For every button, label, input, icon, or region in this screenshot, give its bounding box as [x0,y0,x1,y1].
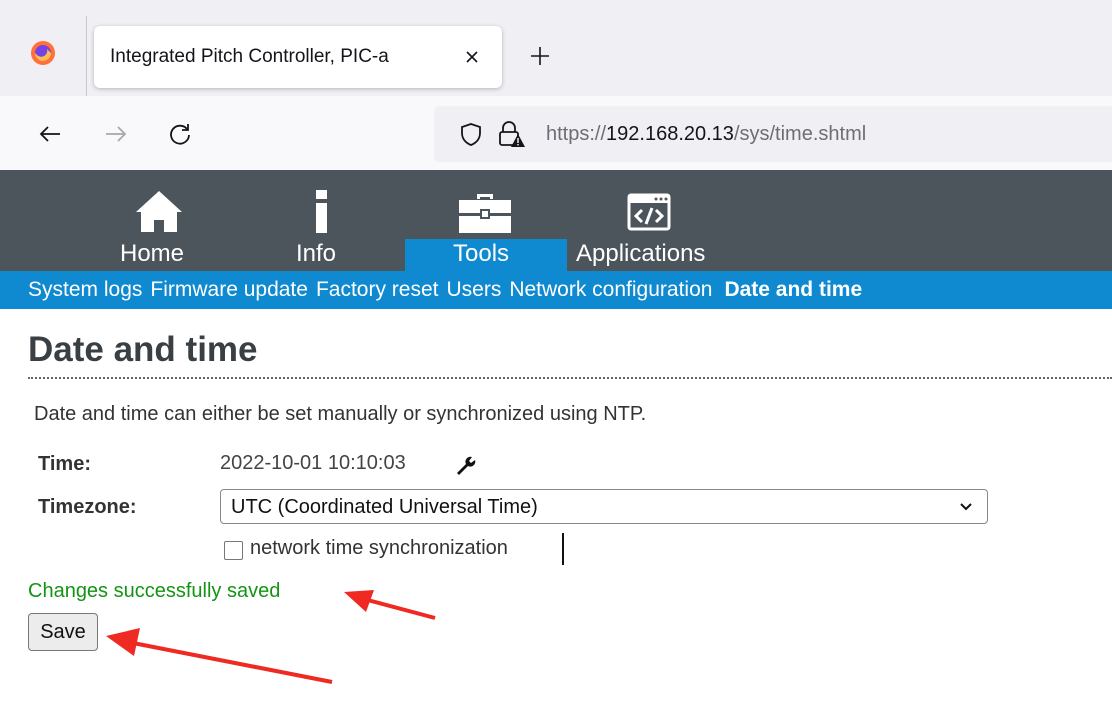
forward-arrow-icon[interactable] [102,120,130,148]
ntp-checkbox[interactable] [224,541,243,560]
home-icon [136,191,182,232]
subnav-users[interactable]: Users [446,271,501,309]
firefox-logo-icon[interactable] [30,40,56,66]
annotation-arrow-message [344,590,436,620]
nav-item-home[interactable]: Home [80,170,242,271]
url-path: /sys/time.shtml [733,123,867,145]
nav-label-info: Info [296,240,337,267]
code-window-icon [627,193,671,231]
shield-icon[interactable] [460,122,482,146]
info-icon [316,190,327,233]
nav-label-tools: Tools [453,240,510,267]
url-bar[interactable]: https://192.168.20.13/sys/time.shtml [434,106,1112,162]
nav-item-tools[interactable]: Tools [405,170,567,271]
nav-label-home: Home [120,240,185,267]
nav-label-applications: Applications [576,240,706,267]
browser-navbar: https://192.168.20.13/sys/time.shtml [0,96,1112,170]
page-title: Date and time [28,330,258,369]
reload-icon[interactable] [166,120,194,148]
ntp-checkbox-label[interactable]: network time synchronization [250,537,508,560]
save-button[interactable]: Save [28,613,98,651]
lock-warning-icon[interactable] [496,120,526,148]
title-divider [28,377,1112,379]
timezone-label: Timezone: [38,496,137,518]
browser-tab[interactable]: Integrated Pitch Controller, PIC-a [94,26,502,88]
text-cursor [562,533,564,565]
nav-item-applications[interactable]: Applications [572,170,742,271]
subnav-firmware-update[interactable]: Firmware update [150,271,308,309]
tab-separator [86,16,87,96]
app-header: Home Info Tools Applications [0,170,1112,271]
sub-navigation: System logs Firmware update Factory reset U… [0,271,1112,309]
success-message: Changes successfully saved [28,580,281,602]
timezone-selected-value: UTC (Coordinated Universal Time) [231,496,538,518]
annotation-arrow-save [106,628,333,684]
url-host: 192.168.20.13 [606,123,734,145]
url-scheme: https:// [546,123,607,145]
back-arrow-icon[interactable] [36,120,64,148]
chevron-down-icon [960,503,972,511]
url-text: https://192.168.20.13/sys/time.shtml [546,123,866,146]
close-icon[interactable] [462,47,482,67]
subnav-date-and-time[interactable]: Date and time [724,271,862,309]
time-label: Time: [38,453,91,475]
plus-icon[interactable] [528,44,552,68]
subnav-factory-reset[interactable]: Factory reset [316,271,439,309]
intro-text: Date and time can either be set manually… [34,403,647,425]
time-value: 2022-10-01 10:10:03 [220,452,406,474]
browser-tab-strip: Integrated Pitch Controller, PIC-a [0,0,1112,96]
subnav-system-logs[interactable]: System logs [28,271,142,309]
wrench-icon[interactable] [454,454,476,476]
subnav-network-configuration[interactable]: Network configuration [509,271,712,309]
tab-title: Integrated Pitch Controller, PIC-a [110,46,389,67]
nav-item-info[interactable]: Info [272,170,382,271]
toolbox-icon [459,194,511,233]
timezone-select[interactable]: UTC (Coordinated Universal Time) [220,489,988,524]
